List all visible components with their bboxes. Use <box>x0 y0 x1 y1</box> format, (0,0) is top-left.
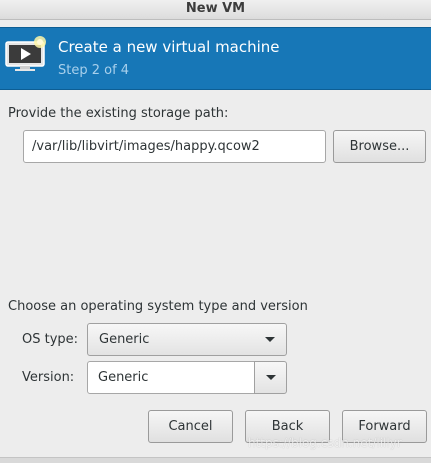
storage-path-input[interactable]: /var/lib/libvirt/images/happy.qcow2 <box>23 130 326 163</box>
chevron-down-icon <box>266 375 276 380</box>
wizard-header: Create a new virtual machine Step 2 of 4 <box>0 27 431 90</box>
browse-button[interactable]: Browse... <box>333 130 426 163</box>
os-section-label: Choose an operating system type and vers… <box>8 299 308 314</box>
os-type-dropdown[interactable]: Generic <box>87 323 287 356</box>
storage-path-label: Provide the existing storage path: <box>8 106 229 121</box>
os-type-label: OS type: <box>22 332 79 347</box>
window-title: New VM <box>185 1 246 16</box>
watermark: https://blog.csdn.net/lillyr <box>248 436 402 450</box>
cancel-button[interactable]: Cancel <box>148 410 233 443</box>
os-type-value: Generic <box>99 332 150 347</box>
window-titlebar[interactable]: New VM <box>0 0 431 20</box>
version-dropdown-button[interactable] <box>254 361 287 394</box>
vm-monitor-icon <box>5 36 46 71</box>
window-bottom-edge <box>0 457 431 463</box>
chevron-down-icon <box>265 337 275 342</box>
version-label: Version: <box>22 370 75 385</box>
wizard-step-indicator: Step 2 of 4 <box>58 63 130 78</box>
version-input[interactable]: Generic <box>87 361 255 394</box>
wizard-title: Create a new virtual machine <box>58 38 280 56</box>
